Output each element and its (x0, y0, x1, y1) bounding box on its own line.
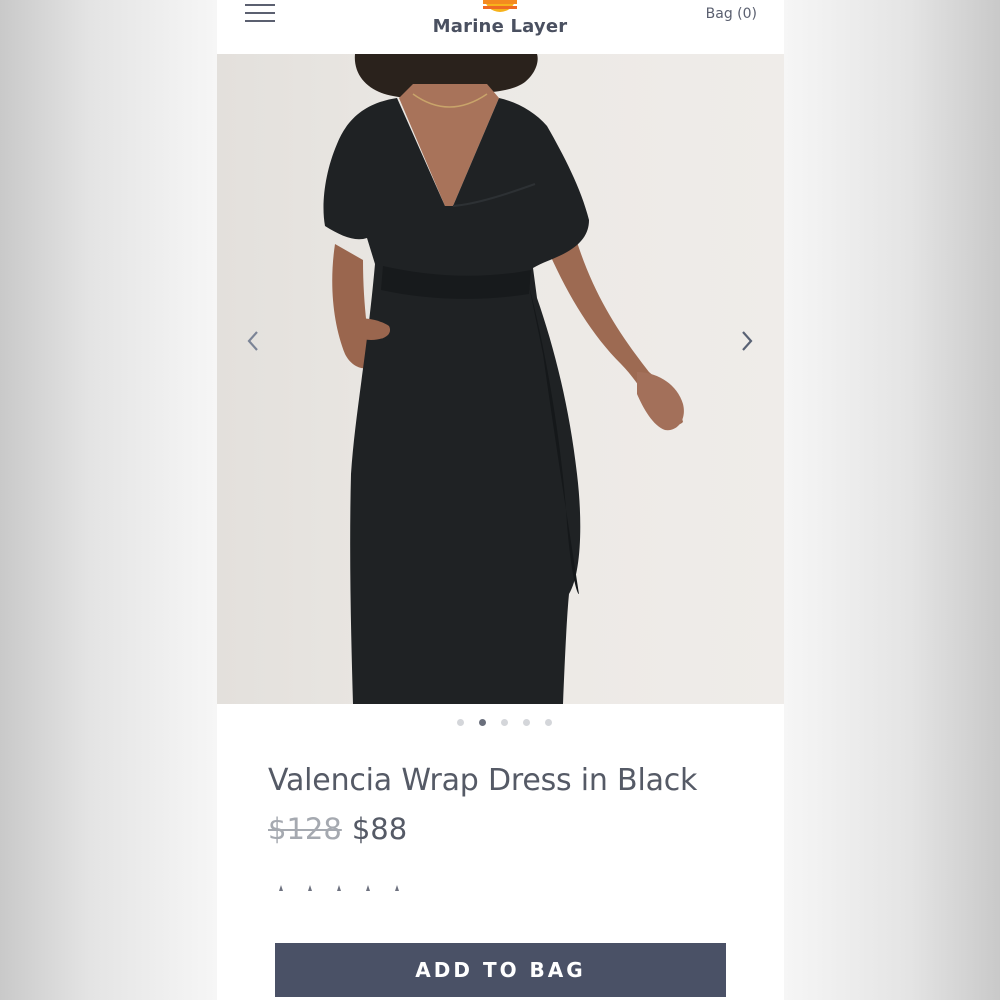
original-price: $128 (268, 812, 342, 846)
chevron-right-icon (742, 331, 753, 351)
sale-price: $88 (351, 812, 408, 846)
site-header: Marine Layer Bag (0) (217, 0, 784, 54)
carousel-prev-button[interactable] (239, 326, 269, 356)
hamburger-menu-icon[interactable] (245, 2, 277, 24)
carousel-dot[interactable] (545, 719, 552, 726)
model-hand (637, 372, 684, 431)
carousel-dot-active[interactable] (479, 719, 486, 726)
chevron-left-icon (247, 331, 258, 351)
carousel-dot[interactable] (501, 719, 508, 726)
carousel-dot[interactable] (523, 719, 530, 726)
mobile-product-page: Marine Layer Bag (0) Valencia Wrap Dress… (217, 0, 784, 1000)
menu-line (245, 20, 275, 22)
brand-logo[interactable]: Marine Layer (417, 0, 583, 50)
menu-line (245, 12, 275, 14)
product-image-carousel[interactable] (217, 54, 784, 704)
color-swatches (279, 885, 419, 895)
color-swatch[interactable] (337, 885, 342, 891)
price-row: $128 $88 (268, 812, 407, 846)
color-swatch[interactable] (395, 885, 400, 891)
color-swatch[interactable] (366, 885, 371, 891)
product-title: Valencia Wrap Dress in Black (268, 763, 698, 798)
sunset-logo-icon (483, 0, 517, 12)
carousel-dot[interactable] (457, 719, 464, 726)
color-swatch[interactable] (308, 885, 313, 891)
carousel-pagination (217, 719, 784, 729)
shopping-bag-link[interactable]: Bag (0) (706, 6, 757, 22)
brand-name: Marine Layer (432, 16, 568, 37)
carousel-next-button[interactable] (731, 326, 761, 356)
menu-line (245, 4, 275, 6)
color-swatch[interactable] (279, 885, 284, 891)
product-photo (323, 54, 684, 704)
add-to-bag-button[interactable]: ADD TO BAG (275, 943, 726, 997)
